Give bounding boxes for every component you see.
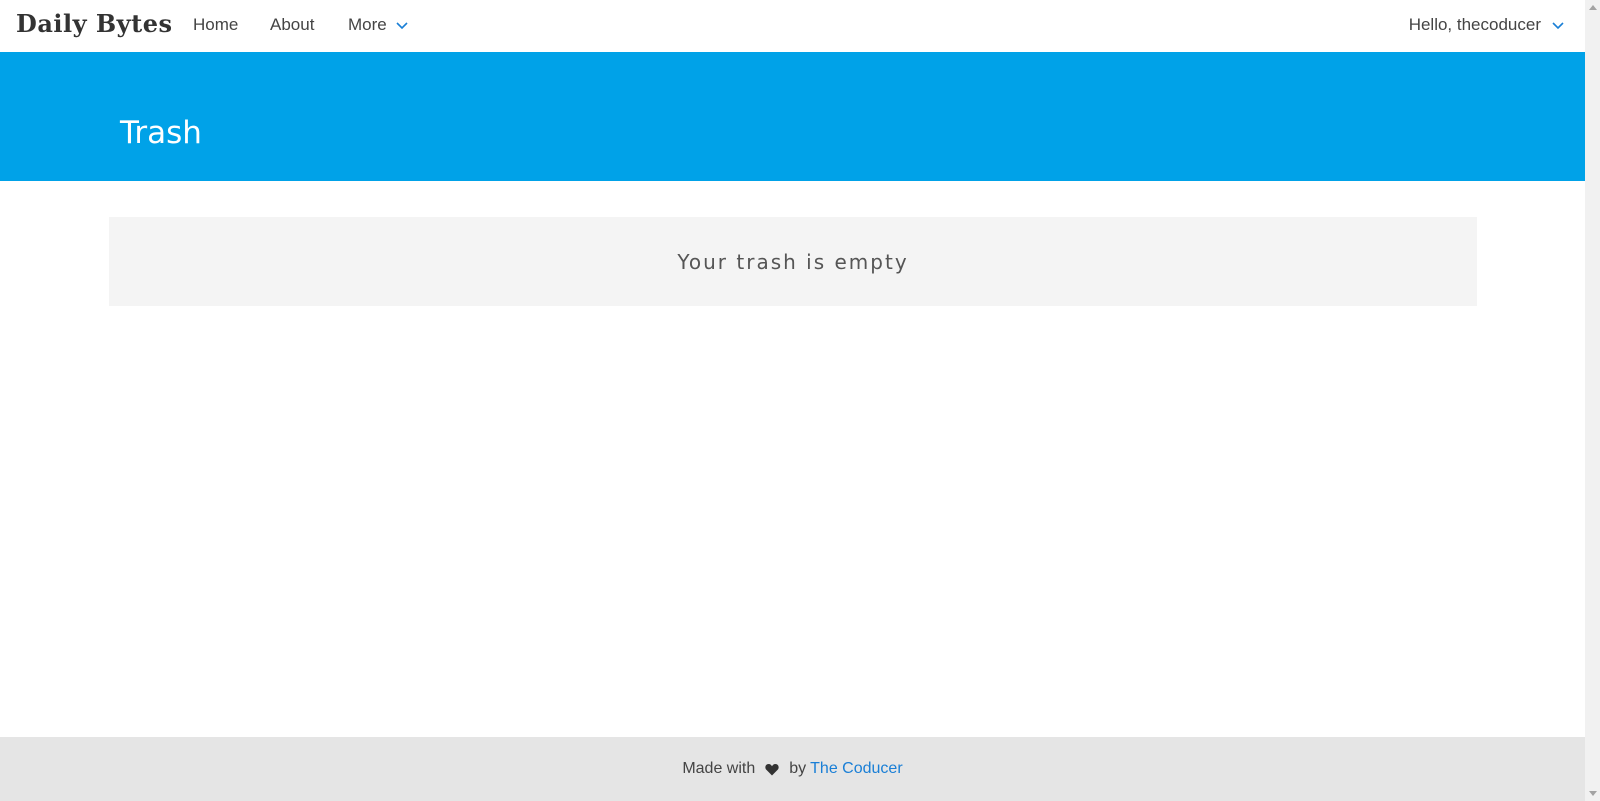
- user-greeting: Hello, thecoducer: [1408, 15, 1541, 34]
- footer-prefix: Made with: [682, 760, 756, 777]
- nav-home-link[interactable]: Home: [193, 15, 238, 35]
- footer-author-link[interactable]: The Coducer: [810, 760, 903, 778]
- nav-more-dropdown[interactable]: More: [348, 15, 409, 35]
- user-menu-dropdown[interactable]: Hello, thecoducer: [1409, 15, 1565, 35]
- heart-icon: [765, 763, 779, 775]
- brand-logo[interactable]: Daily Bytes: [16, 9, 173, 38]
- chevron-down-icon: [396, 22, 408, 30]
- scroll-down-icon[interactable]: [1589, 791, 1597, 796]
- nav-about-link[interactable]: About: [270, 15, 314, 35]
- footer-by: by: [789, 760, 807, 777]
- empty-trash-notice: Your trash is empty: [109, 217, 1477, 306]
- footer: Made with by The Coducer: [0, 737, 1585, 801]
- page-title: Trash: [120, 114, 202, 151]
- empty-message: Your trash is empty: [677, 249, 909, 274]
- vertical-scrollbar[interactable]: [1585, 0, 1600, 801]
- page-header-banner: Trash: [0, 52, 1585, 181]
- nav-more-label: More: [348, 15, 387, 34]
- chevron-down-icon: [1552, 22, 1564, 30]
- top-navbar: Daily Bytes Home About More Hello, theco…: [0, 0, 1585, 52]
- page: Daily Bytes Home About More Hello, theco…: [0, 0, 1585, 801]
- scroll-up-icon[interactable]: [1589, 5, 1597, 10]
